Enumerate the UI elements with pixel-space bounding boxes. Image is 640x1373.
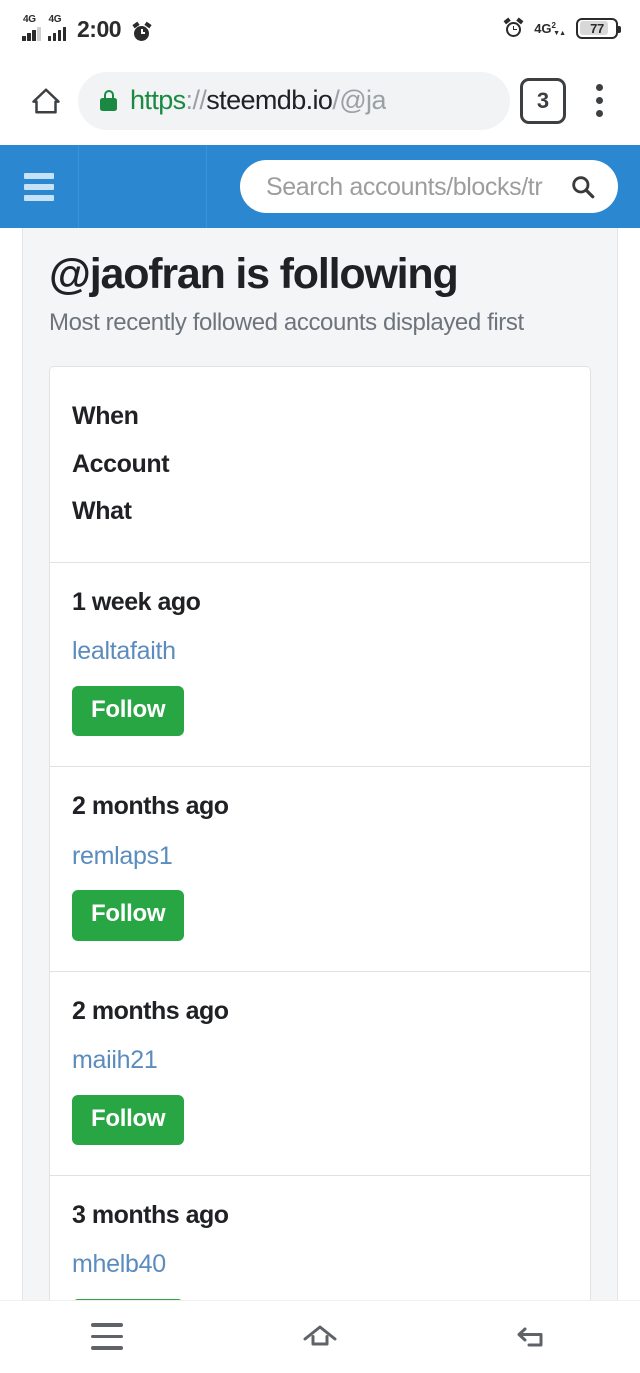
mobile-data-icon: 4G 2 ▼▲	[534, 20, 566, 37]
url-scheme: https	[130, 85, 186, 116]
account-link[interactable]: remlaps1	[72, 842, 173, 870]
account-link[interactable]: mhelb40	[72, 1250, 166, 1279]
sim1-network-label: 4G	[23, 14, 36, 25]
follow-button[interactable]: Follow	[72, 685, 185, 737]
network-sim-label: 2	[551, 20, 556, 30]
back-icon	[517, 1327, 543, 1346]
page-subtitle: Most recently followed accounts displaye…	[49, 309, 524, 337]
url-separator: ://	[185, 85, 207, 116]
recent-apps-button[interactable]	[47, 1301, 167, 1373]
url-path: /@ja	[332, 85, 386, 116]
signal-strength-sim2-icon: 4G	[47, 14, 66, 41]
search-input-placeholder[interactable]: Search accounts/blocks/tr	[266, 172, 564, 202]
row-account: maiih21	[72, 1046, 568, 1075]
table-header-when: When	[72, 402, 139, 431]
battery-percentage: 77	[590, 20, 604, 36]
table-header: When Account What	[50, 367, 590, 563]
row-what: Follow	[72, 1094, 568, 1145]
url-host: steemdb.io	[206, 85, 333, 116]
url-text: https://steemdb.io/@ja	[130, 84, 386, 116]
data-transfer-arrows-icon: ▼▲	[553, 29, 566, 37]
row-account: mhelb40	[72, 1251, 568, 1279]
status-bar-clock: 2:00	[77, 16, 122, 42]
signal-strength-sim1-icon: 4G	[22, 14, 41, 41]
row-account: lealtafaith	[72, 637, 568, 666]
row-what: Follow	[72, 685, 568, 737]
hamburger-menu-icon	[24, 172, 54, 201]
alarm-set-icon	[503, 17, 524, 38]
row-when: 3 months ago	[72, 1200, 229, 1229]
table-header-account: Account	[72, 449, 170, 478]
android-home-button[interactable]	[260, 1301, 380, 1373]
table-row: 3 months ago mhelb40 Follow	[50, 1176, 590, 1300]
lock-icon	[100, 90, 117, 111]
three-dot-menu-icon	[595, 84, 603, 91]
account-link[interactable]: maiih21	[72, 1046, 158, 1074]
status-bar: 4G 4G 2:00 4G 2 ▼▲ 77	[0, 0, 640, 56]
row-when: 1 week ago	[72, 587, 201, 616]
tab-count: 3	[536, 87, 550, 113]
browser-home-button[interactable]	[18, 73, 74, 129]
status-bar-left: 4G 4G 2:00	[22, 14, 152, 42]
alarm-clock-icon	[132, 21, 152, 41]
row-when: 2 months ago	[72, 792, 229, 821]
navbar-search-area: Search accounts/blocks/tr	[207, 145, 640, 228]
search-icon[interactable]	[570, 174, 596, 200]
row-account: remlaps1	[72, 842, 568, 871]
follow-button[interactable]: Follow	[72, 1094, 185, 1145]
browser-toolbar: https://steemdb.io/@ja 3	[0, 56, 640, 145]
network-type-label: 4G	[534, 20, 552, 36]
status-bar-right: 4G 2 ▼▲ 77	[503, 17, 621, 39]
search-box[interactable]: Search accounts/blocks/tr	[240, 160, 618, 213]
android-back-button[interactable]	[473, 1301, 593, 1373]
table-header-what: What	[72, 497, 132, 526]
recent-apps-icon	[90, 1323, 123, 1350]
row-what: Follow	[72, 890, 568, 941]
webpage-viewport: @jaofran is following Most recently foll…	[0, 228, 640, 1300]
table-row: 2 months ago maiih21 Follow	[50, 972, 590, 1176]
table-row: 1 week ago lealtafaith Follow	[50, 563, 590, 768]
tab-switcher-button[interactable]: 3	[520, 77, 566, 124]
account-link[interactable]: lealtafaith	[72, 637, 176, 665]
browser-menu-button[interactable]	[576, 84, 622, 117]
sim2-network-label: 4G	[48, 14, 62, 25]
following-table: When Account What 1 week ago lealtafaith…	[49, 366, 591, 1300]
follow-button[interactable]: Follow	[72, 890, 185, 941]
page-container: @jaofran is following Most recently foll…	[22, 228, 618, 1300]
table-row: 2 months ago remlaps1 Follow	[50, 767, 590, 972]
navbar-spacer	[79, 145, 207, 228]
page-title: @jaofran is following	[49, 250, 459, 298]
android-navigation-bar	[0, 1300, 640, 1372]
home-icon	[32, 88, 60, 113]
site-menu-toggle[interactable]	[0, 145, 79, 228]
site-navbar: Search accounts/blocks/tr	[0, 145, 640, 228]
home-icon	[303, 1325, 337, 1345]
battery-indicator: 77	[576, 17, 621, 39]
url-bar[interactable]: https://steemdb.io/@ja	[78, 71, 510, 130]
row-when: 2 months ago	[72, 996, 229, 1025]
